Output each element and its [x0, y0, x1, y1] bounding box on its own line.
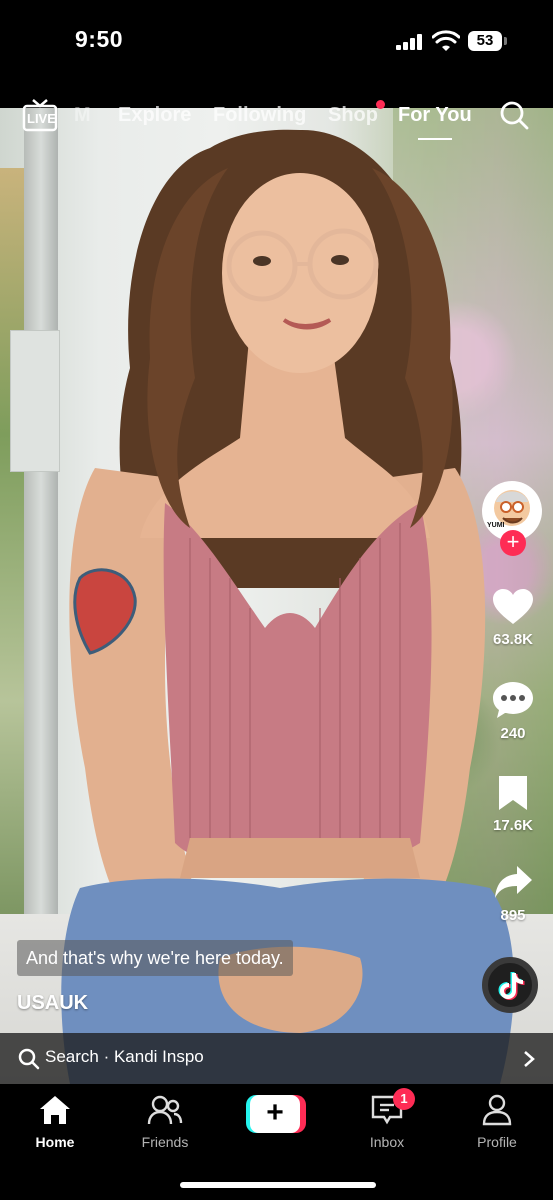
live-button[interactable]: LIVE [22, 98, 58, 132]
battery-tip [504, 37, 507, 45]
creator-avatar[interactable]: YUMI + [481, 480, 543, 556]
nav-friends[interactable]: Friends [125, 1094, 205, 1150]
nav-home-label: Home [35, 1134, 75, 1150]
nav-profile-label: Profile [477, 1134, 517, 1150]
create-button[interactable]: + [246, 1095, 306, 1135]
tab-shop[interactable]: Shop [328, 105, 378, 125]
avatar-caption: YUMI [487, 522, 505, 529]
like-button[interactable]: 63.8K [473, 588, 553, 648]
home-indicator [180, 1182, 376, 1188]
comment-button[interactable]: 240 [473, 680, 553, 742]
tiktok-logo-icon [498, 972, 525, 1000]
nav-friends-label: Friends [141, 1134, 189, 1150]
plus-icon: + [506, 529, 520, 554]
status-time: 9:50 [75, 26, 124, 52]
nav-home[interactable]: Home [15, 1094, 95, 1150]
author-name[interactable]: USAUK [17, 992, 88, 1015]
shop-notification-dot [376, 100, 385, 109]
video-person-illustration [61, 129, 514, 1084]
bookmark-icon [499, 776, 527, 810]
comment-count: 240 [500, 725, 526, 742]
live-label: LIVE [27, 111, 56, 126]
heart-icon [493, 589, 533, 624]
nav-profile[interactable]: Profile [457, 1094, 537, 1150]
home-icon [40, 1096, 70, 1124]
search-suggestion-text: Search · Kandi Inspo [45, 1047, 204, 1066]
plus-icon: + [266, 1096, 284, 1129]
sound-disc[interactable] [482, 957, 538, 1013]
share-arrow-icon [495, 866, 532, 898]
nav-inbox[interactable]: Inbox 1 [347, 1088, 427, 1150]
friends-icon [147, 1095, 183, 1125]
search-icon[interactable] [499, 100, 529, 130]
wifi-icon [432, 30, 460, 51]
video-player[interactable] [0, 108, 553, 1084]
comment-icon [493, 682, 533, 718]
battery-indicator: 53 [468, 31, 502, 51]
follow-button[interactable]: + [500, 530, 526, 556]
cellular-signal-icon [396, 34, 424, 50]
tab-explore[interactable]: Explore [118, 105, 191, 125]
top-navigation: LIVE M Explore Following Shop For You [0, 99, 553, 152]
tab-following[interactable]: Following [213, 105, 306, 125]
tab-for-you[interactable]: For You [398, 105, 472, 125]
status-bar: 9:50 53 [0, 0, 553, 108]
save-button[interactable]: 17.6K [473, 774, 553, 834]
like-count: 63.8K [492, 631, 534, 648]
video-caption: And that's why we're here today. [17, 940, 293, 976]
inbox-badge: 1 [393, 1088, 415, 1110]
profile-icon [482, 1094, 512, 1126]
nav-inbox-label: Inbox [369, 1134, 405, 1150]
active-tab-indicator [418, 138, 452, 140]
search-icon [18, 1048, 40, 1070]
share-button[interactable]: 895 [473, 862, 553, 924]
search-suggestion-bar[interactable]: Search · Kandi Inspo [0, 1033, 553, 1084]
share-count: 895 [500, 907, 526, 924]
save-count: 17.6K [492, 817, 534, 834]
chevron-right-icon [524, 1051, 535, 1067]
tab-partial[interactable]: M [74, 105, 91, 125]
